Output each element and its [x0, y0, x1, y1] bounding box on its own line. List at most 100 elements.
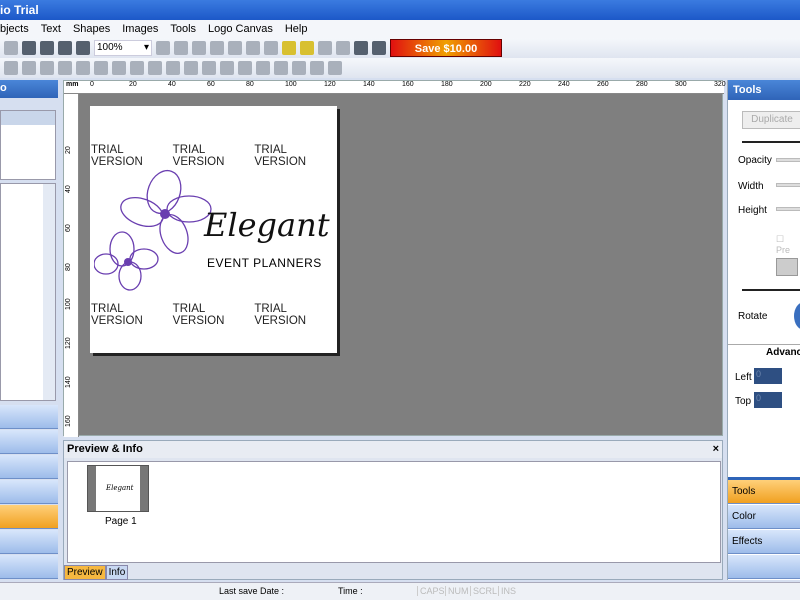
menu-objects[interactable]: bjects — [0, 23, 29, 38]
ungroup-icon[interactable] — [336, 41, 350, 55]
ruler-tick-label: 60 — [65, 224, 72, 232]
zoom-actual-icon[interactable] — [40, 41, 54, 55]
opacity-slider[interactable] — [776, 158, 800, 162]
cut-icon[interactable] — [192, 41, 206, 55]
paste-icon[interactable] — [228, 41, 242, 55]
lock-icon[interactable] — [246, 41, 260, 55]
preview-list: Elegant Page 1 — [67, 461, 721, 563]
ratio-icon[interactable] — [776, 258, 798, 276]
effects-tab-button[interactable]: Effects — [728, 530, 800, 554]
logo-title: Elegant — [204, 206, 330, 244]
status-bar: Last save Date : Time : CAPS NUM SCRL IN… — [0, 582, 800, 600]
send-back-icon[interactable] — [256, 61, 270, 75]
advanced-heading: Advanc — [766, 347, 800, 358]
rotate-dial[interactable] — [794, 302, 800, 330]
scrl-indicator: SCRL — [470, 586, 497, 596]
align-center-icon[interactable] — [4, 61, 18, 75]
preview-title: Preview & Info — [67, 443, 143, 455]
left-input[interactable]: 0 — [754, 368, 782, 384]
group-icon[interactable] — [318, 41, 332, 55]
ruler-tick-label: 80 — [65, 263, 72, 271]
save-button[interactable]: Save $10.00 — [390, 39, 502, 57]
top-input[interactable]: 0 — [754, 392, 782, 408]
center-icon[interactable] — [148, 61, 162, 75]
left-nav-button[interactable] — [0, 405, 58, 429]
delete-icon[interactable] — [4, 41, 18, 55]
send-backward-icon[interactable] — [292, 61, 306, 75]
align-left-icon[interactable] — [112, 61, 126, 75]
center-vertical-icon[interactable] — [184, 61, 198, 75]
zoom-out-icon[interactable] — [76, 41, 90, 55]
align-right-icon[interactable] — [22, 61, 36, 75]
align-bottom-icon[interactable] — [94, 61, 108, 75]
left-nav-button[interactable] — [0, 430, 58, 454]
preserve-checkbox[interactable]: ☐ Pre — [776, 234, 800, 255]
lock-add-icon[interactable] — [282, 41, 296, 55]
undo-icon[interactable] — [156, 41, 170, 55]
chevron-down-icon: ▾ — [143, 42, 149, 53]
ruler-tick-label: 200 — [480, 81, 492, 88]
redo-icon[interactable] — [174, 41, 188, 55]
menu-help[interactable]: Help — [285, 23, 308, 38]
height-label: Height — [738, 205, 767, 216]
ruler-tick-label: 120 — [324, 81, 336, 88]
align-top-icon[interactable] — [76, 61, 90, 75]
flower-logo-icon — [94, 169, 212, 291]
menu-tools[interactable]: Tools — [170, 23, 196, 38]
menu-images[interactable]: Images — [122, 23, 158, 38]
ruler-tick-label: 20 — [129, 81, 137, 88]
left-nav-button[interactable] — [0, 555, 58, 579]
flip-vertical-icon[interactable] — [58, 61, 72, 75]
panel-button[interactable] — [728, 555, 800, 579]
left-nav-button[interactable] — [0, 480, 58, 504]
divider — [742, 289, 800, 291]
menu-shapes[interactable]: Shapes — [73, 23, 110, 38]
preserve-label: Pre — [776, 245, 791, 255]
resize-icon[interactable] — [328, 61, 342, 75]
tab-preview[interactable]: Preview — [64, 565, 106, 580]
add-to-group-icon[interactable] — [354, 41, 368, 55]
zoom-fit-icon[interactable] — [22, 41, 36, 55]
left-nav-button[interactable] — [0, 530, 58, 554]
spacing-icon[interactable] — [220, 61, 234, 75]
same-size-icon[interactable] — [310, 61, 324, 75]
add-image-icon[interactable] — [372, 41, 386, 55]
time-label: Time : — [338, 586, 363, 596]
properties-list[interactable] — [0, 183, 56, 401]
copy-icon[interactable] — [210, 41, 224, 55]
zoom-in-icon[interactable] — [58, 41, 72, 55]
logo-page[interactable]: TRIAL VERSION TRIAL VERSION TRIAL VERSION … — [90, 106, 337, 353]
left-nav-button-active[interactable] — [0, 505, 58, 529]
ruler-tick-label: 80 — [246, 81, 254, 88]
color-tab-button[interactable]: Color — [728, 505, 800, 529]
flip-horizontal-icon[interactable] — [40, 61, 54, 75]
canvas-area[interactable]: mm 0 20 40 60 80 100 120 140 160 180 200 220 240 260 28… — [63, 80, 726, 437]
menu-logo-canvas[interactable]: Logo Canvas — [208, 23, 273, 38]
zoom-select[interactable]: 100% ▾ — [94, 40, 152, 56]
watermark-row: TRIAL VERSION TRIAL VERSION TRIAL VERSION — [90, 303, 337, 327]
ruler-tick-label: 180 — [441, 81, 453, 88]
left-nav-button[interactable] — [0, 455, 58, 479]
width-slider[interactable] — [776, 183, 800, 187]
ruler-tick-label: 220 — [519, 81, 531, 88]
ruler-left: 20 40 60 80 100 120 140 160 — [64, 94, 79, 437]
unlock-icon[interactable] — [264, 41, 278, 55]
close-icon[interactable]: × — [713, 443, 719, 456]
tab-info[interactable]: Info — [105, 565, 129, 580]
duplicate-button[interactable]: Duplicate — [742, 111, 800, 129]
height-slider[interactable] — [776, 207, 800, 211]
lock-add-all-icon[interactable] — [300, 41, 314, 55]
ruler-tick-label: 20 — [65, 146, 72, 154]
center-top-icon[interactable] — [166, 61, 180, 75]
tools-tab-button[interactable]: Tools — [728, 480, 800, 504]
menu-text[interactable]: Text — [41, 23, 61, 38]
scrollbar[interactable] — [43, 184, 55, 400]
window-title: io Trial — [0, 3, 39, 17]
ruler-tick-label: 280 — [636, 81, 648, 88]
bring-forward-icon[interactable] — [274, 61, 288, 75]
object-list[interactable] — [0, 110, 56, 180]
distribute-icon[interactable] — [202, 61, 216, 75]
bring-front-icon[interactable] — [238, 61, 252, 75]
align-right-edge-icon[interactable] — [130, 61, 144, 75]
page-thumbnail[interactable]: Elegant — [87, 465, 149, 512]
